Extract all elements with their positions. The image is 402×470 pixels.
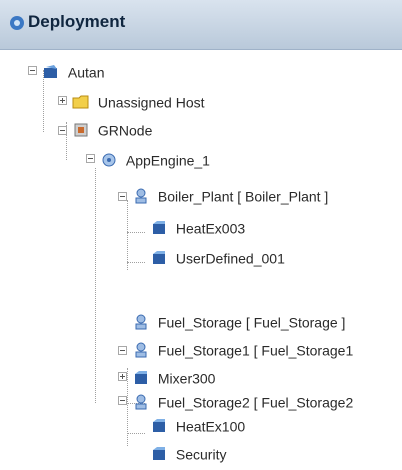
tree-node-fuel-storage[interactable]: Fuel_Storage [ Fuel_Storage ] <box>132 308 345 334</box>
object-icon <box>153 221 165 235</box>
object-icon <box>153 251 165 265</box>
panel-title: Deployment <box>28 12 126 31</box>
tree-node-boiler-plant[interactable]: Boiler_Plant [ Boiler_Plant ] <box>132 182 328 208</box>
deployment-panel-header: Deployment <box>0 0 402 50</box>
area-icon <box>135 342 147 358</box>
folder-icon <box>72 95 89 109</box>
tree-node-fuel-storage1[interactable]: Fuel_Storage1 [ Fuel_Storage1 <box>132 336 353 362</box>
tree-node-appengine[interactable]: AppEngine_1 <box>100 146 210 172</box>
collapse-toggle-fuel1[interactable] <box>118 346 127 355</box>
expand-toggle-mixer[interactable] <box>118 372 127 381</box>
node-label: Mixer300 <box>157 370 216 387</box>
node-label: GRNode <box>97 122 153 139</box>
node-label: HeatEx003 <box>175 220 246 237</box>
tree-node-heatex003[interactable]: HeatEx003 <box>150 214 245 240</box>
tree-node-security[interactable]: Security <box>150 440 226 466</box>
tree-node-grnode[interactable]: GRNode <box>72 116 152 142</box>
area-icon <box>135 394 147 410</box>
collapse-toggle-autan[interactable] <box>28 66 37 75</box>
tree-node-unassigned-host[interactable]: Unassigned Host <box>72 88 205 114</box>
object-icon <box>153 419 165 433</box>
engine-icon <box>102 153 116 167</box>
collapse-toggle-boiler[interactable] <box>118 192 127 201</box>
collapse-toggle-fuel2[interactable] <box>118 396 127 405</box>
tree-node-autan[interactable]: Autan <box>42 58 104 84</box>
deployment-tree: Autan Unassigned Host GRNode AppEngine_1… <box>0 50 402 470</box>
tree-node-userdefined-001[interactable]: UserDefined_001 <box>150 244 285 270</box>
node-label: Boiler_Plant [ Boiler_Plant ] <box>157 188 329 205</box>
node-label: Fuel_Storage2 [ Fuel_Storage2 <box>157 394 354 411</box>
tree-node-fuel-storage2[interactable]: Fuel_Storage2 [ Fuel_Storage2 <box>132 388 353 414</box>
node-label: HeatEx100 <box>175 418 246 435</box>
galaxy-icon <box>44 65 57 79</box>
node-label: Fuel_Storage [ Fuel_Storage ] <box>157 314 346 331</box>
collapse-toggle-grnode[interactable] <box>58 126 67 135</box>
node-label: Fuel_Storage1 [ Fuel_Storage1 <box>157 342 354 359</box>
node-label: Security <box>175 446 227 463</box>
node-label: Unassigned Host <box>97 94 205 111</box>
object-icon <box>153 447 165 461</box>
platform-icon <box>74 123 88 137</box>
area-icon <box>135 188 147 204</box>
area-icon <box>135 314 147 330</box>
expand-toggle-unassigned[interactable] <box>58 96 67 105</box>
node-label: UserDefined_001 <box>175 250 285 267</box>
node-label: AppEngine_1 <box>125 152 210 169</box>
object-icon <box>135 371 147 385</box>
collapse-toggle-appengine[interactable] <box>86 154 95 163</box>
tree-node-mixer300[interactable]: Mixer300 <box>132 364 215 390</box>
node-label: Autan <box>67 64 105 81</box>
tree-node-heatex100[interactable]: HeatEx100 <box>150 412 245 438</box>
deployment-icon <box>10 16 24 30</box>
